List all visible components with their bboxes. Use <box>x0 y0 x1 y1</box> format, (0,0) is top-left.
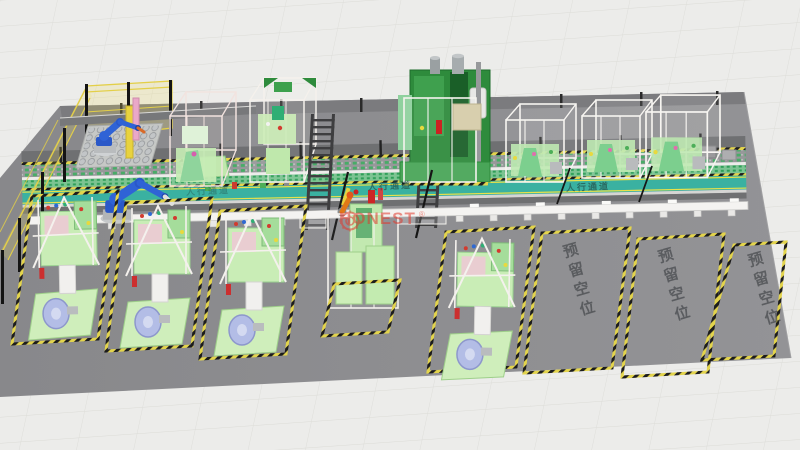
parts-pallet <box>76 123 163 168</box>
factory-3d-render <box>0 0 800 450</box>
walkway-floor-label-1: 人行通道 <box>186 183 231 198</box>
press-machine <box>398 54 490 186</box>
walkway-floor-label-3: 人行通道 <box>566 179 611 194</box>
factory-3d-viewport[interactable]: 人行通道 人行通道 人行通道 预留空位 预留空位 预留空位 HONEST ® <box>0 0 800 450</box>
walkway-floor-label-2: 人行通道 <box>368 178 413 193</box>
